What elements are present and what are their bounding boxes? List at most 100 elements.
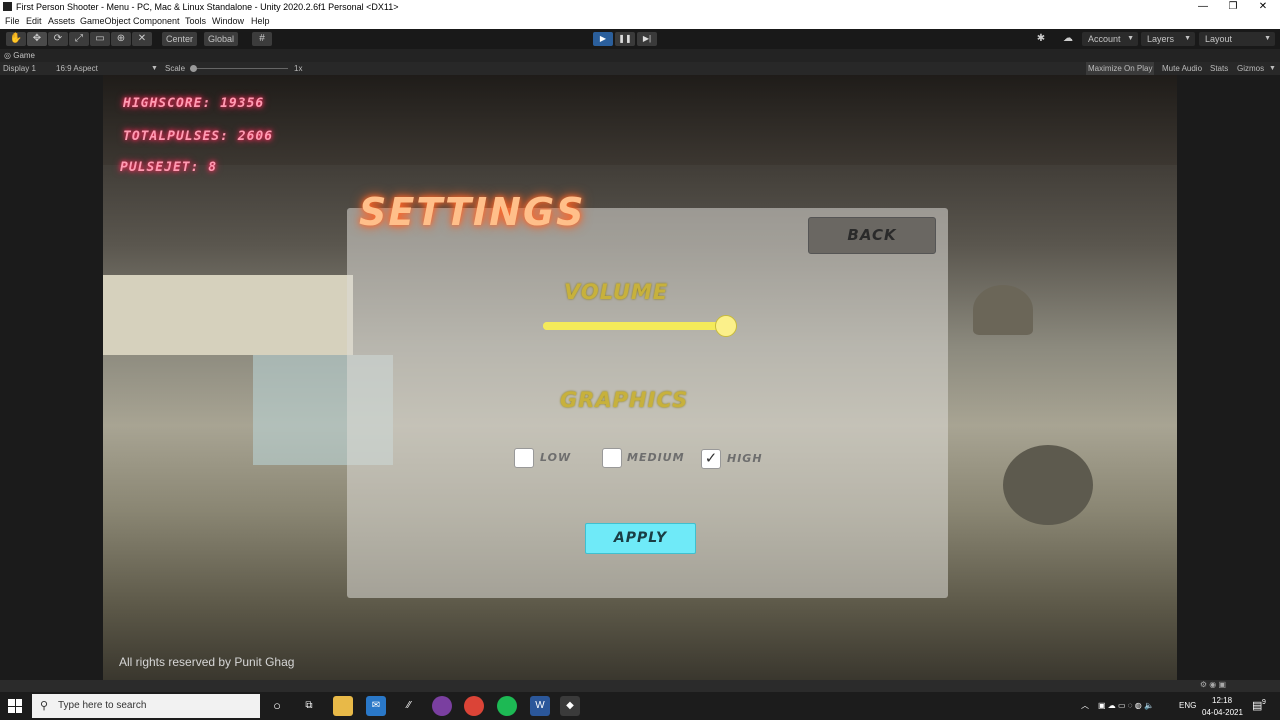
scale-tool-icon[interactable]: ⤢: [69, 32, 89, 46]
scale-label: Scale: [165, 64, 186, 73]
aspect-dropdown[interactable]: 16:9 Aspect: [56, 62, 98, 75]
high-label: HIGH: [727, 452, 763, 465]
pivot-global-toggle[interactable]: Global: [204, 32, 239, 46]
notification-icon[interactable]: ▤: [1252, 692, 1262, 720]
custom-tool-icon[interactable]: ✕: [132, 32, 152, 46]
minimize-button[interactable]: —: [1188, 0, 1218, 14]
notification-count: 9: [1262, 699, 1266, 706]
clock-date[interactable]: 04-04-2021: [1202, 707, 1243, 719]
scale-slider-thumb[interactable]: [190, 65, 197, 72]
volume-slider-thumb[interactable]: [715, 315, 737, 337]
grid-snap-icon[interactable]: #: [252, 32, 272, 46]
status-icons: ⚙ ◉ ▣: [1199, 680, 1226, 689]
game-tab[interactable]: ◎ Game: [4, 49, 35, 62]
collab-icon[interactable]: ✱: [1031, 32, 1051, 46]
medium-checkbox[interactable]: [602, 448, 622, 468]
game-tab-label: Game: [13, 51, 36, 60]
file-explorer-icon[interactable]: [333, 696, 353, 716]
layers-dropdown[interactable]: Layers ▼: [1141, 32, 1195, 46]
play-button[interactable]: ▶: [593, 32, 613, 46]
unity-icon: [3, 2, 12, 11]
account-label: Account: [1088, 34, 1121, 44]
game-view-controls: Display 1 16:9 Aspect ▼ Scale 1x Maximiz…: [0, 62, 1280, 75]
app-icon[interactable]: ⁄⁄: [399, 696, 419, 716]
chevron-down-icon: ▼: [1127, 35, 1134, 42]
cortana-icon[interactable]: ○: [267, 696, 287, 716]
app-circle-icon[interactable]: [432, 696, 452, 716]
medium-label: MEDIUM: [627, 451, 685, 464]
chevron-down-icon: ▼: [1269, 65, 1276, 72]
pulsejet-text: PULSEJET: 8: [120, 160, 218, 175]
taskbar-search[interactable]: ⚲ Type here to search: [32, 694, 260, 718]
robot-base: [1003, 445, 1093, 525]
chevron-down-icon: ▼: [151, 65, 158, 72]
layout-dropdown[interactable]: Layout ▼: [1199, 32, 1275, 46]
menu-assets[interactable]: Assets: [48, 14, 75, 29]
language-indicator[interactable]: ENG: [1179, 692, 1196, 720]
totalpulses-text: TOTALPULSES: 2606: [123, 129, 274, 144]
game-viewport: HIGHSCORE: 19356 TOTALPULSES: 2606 PULSE…: [0, 75, 1280, 680]
rotate-tool-icon[interactable]: ⟳: [48, 32, 68, 46]
close-button[interactable]: ✕: [1248, 0, 1278, 14]
scale-value: 1x: [294, 64, 303, 73]
stats-toggle[interactable]: Stats: [1210, 62, 1228, 75]
unity-taskbar-icon[interactable]: ◆: [560, 696, 580, 716]
copyright-text: All rights reserved by Punit Ghag: [119, 655, 295, 669]
spotify-icon[interactable]: [497, 696, 517, 716]
maximize-on-play-toggle[interactable]: Maximize On Play: [1086, 62, 1155, 75]
search-icon: ⚲: [40, 700, 49, 712]
menu-file[interactable]: File: [5, 14, 20, 29]
hand-tool-icon[interactable]: ✋: [6, 32, 26, 46]
account-dropdown[interactable]: Account ▼: [1082, 32, 1138, 46]
windows-start-icon[interactable]: [8, 699, 22, 713]
chevron-down-icon: ▼: [1184, 35, 1191, 42]
gizmos-dropdown[interactable]: Gizmos: [1237, 62, 1264, 75]
volume-slider[interactable]: [543, 322, 729, 330]
back-button[interactable]: BACK: [808, 217, 936, 254]
mail-icon[interactable]: ✉: [366, 696, 386, 716]
volume-slider-fill: [543, 322, 729, 330]
wall-panel: [103, 275, 353, 355]
transform-tool-icon[interactable]: ⊕: [111, 32, 131, 46]
tray-chevron-icon[interactable]: ︿: [1081, 692, 1089, 720]
menu-gameobject[interactable]: GameObject: [80, 14, 131, 29]
game-scene[interactable]: HIGHSCORE: 19356 TOTALPULSES: 2606 PULSE…: [103, 75, 1177, 680]
step-button[interactable]: ▶|: [637, 32, 657, 46]
windows-taskbar: ⚲ Type here to search ○ ⧉ ✉ ⁄⁄ W ◆ ︿ ▣ ☁…: [0, 692, 1280, 720]
tray-icons[interactable]: ▣ ☁ ▭ ◌ ◍ 🔈: [1098, 692, 1154, 720]
low-label: LOW: [540, 451, 572, 464]
ceiling: [103, 75, 1177, 165]
layout-label: Layout: [1205, 34, 1233, 44]
cloud-icon[interactable]: ☁: [1058, 32, 1078, 46]
layers-label: Layers: [1147, 34, 1175, 44]
global-label: Global: [208, 34, 235, 44]
highscore-text: HIGHSCORE: 19356: [123, 96, 265, 111]
high-checkbox[interactable]: ✓: [701, 449, 721, 469]
window-title: First Person Shooter - Menu - PC, Mac & …: [16, 2, 399, 12]
rect-tool-icon[interactable]: ▭: [90, 32, 110, 46]
menu-edit[interactable]: Edit: [26, 14, 42, 29]
game-tab-bar: ◎ Game: [0, 49, 1280, 62]
task-view-icon[interactable]: ⧉: [299, 696, 319, 716]
low-checkbox[interactable]: [514, 448, 534, 468]
menu-bar: File Edit Assets GameObject Component To…: [0, 14, 1280, 29]
search-placeholder: Type here to search: [58, 700, 147, 711]
menu-help[interactable]: Help: [251, 14, 270, 29]
pause-button[interactable]: ❚❚: [615, 32, 635, 46]
restore-button[interactable]: ❐: [1218, 0, 1248, 14]
chrome-icon[interactable]: [464, 696, 484, 716]
scale-slider-track[interactable]: [190, 68, 288, 69]
menu-window[interactable]: Window: [212, 14, 244, 29]
menu-component[interactable]: Component: [133, 14, 180, 29]
apply-button[interactable]: APPLY: [585, 523, 696, 554]
clock-time[interactable]: 12:18: [1212, 695, 1232, 707]
chevron-down-icon: ▼: [1264, 35, 1271, 42]
move-tool-icon[interactable]: ✥: [27, 32, 47, 46]
menu-tools[interactable]: Tools: [185, 14, 206, 29]
word-icon[interactable]: W: [530, 696, 550, 716]
mute-audio-toggle[interactable]: Mute Audio: [1162, 62, 1202, 75]
robot-head: [973, 285, 1033, 335]
display-dropdown[interactable]: Display 1: [3, 62, 36, 75]
pivot-center-toggle[interactable]: Center: [162, 32, 198, 46]
center-label: Center: [166, 34, 194, 44]
